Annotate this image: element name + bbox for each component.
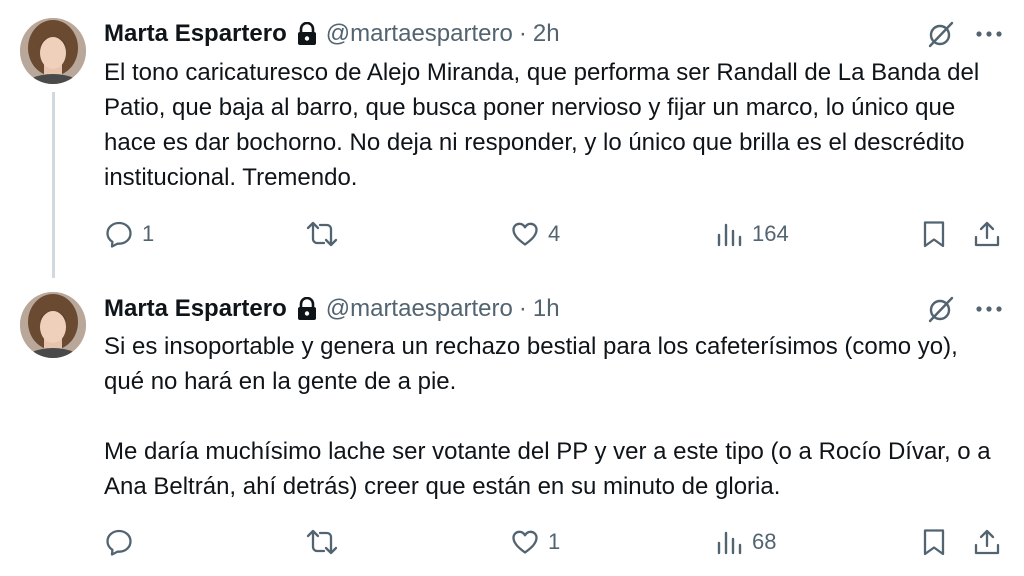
tweet-text: El tono caricaturesco de Alejo Miranda, … [104, 55, 1004, 195]
avatar[interactable] [20, 292, 86, 358]
reply-count: 1 [142, 221, 155, 246]
reply-icon [106, 529, 132, 556]
lock-icon [297, 22, 317, 46]
repost-button[interactable] [305, 214, 347, 254]
bookmark-button[interactable] [921, 522, 947, 562]
author-handle[interactable]: @martaespartero [326, 20, 513, 48]
lock-icon [297, 297, 317, 321]
like-button[interactable]: 1 [510, 522, 560, 562]
tweet-paragraph: Me daría muchísimo lache ser votante del… [104, 438, 991, 500]
grok-analyze-icon[interactable] [926, 294, 956, 324]
views-count: 68 [752, 529, 777, 554]
bookmark-button[interactable] [921, 214, 947, 254]
tweet[interactable]: Marta Espartero @martaespartero · 1h Si … [0, 272, 1024, 576]
tweet-header: Marta Espartero @martaespartero · 1h [104, 292, 560, 326]
heart-icon [512, 530, 538, 554]
tweet-top-actions [926, 17, 1002, 51]
views-button[interactable]: 164 [716, 214, 789, 254]
heart-icon [512, 222, 538, 246]
more-options-icon[interactable] [976, 306, 1002, 312]
tweet-paragraph: El tono caricaturesco de Alejo Miranda, … [104, 59, 980, 191]
grok-analyze-icon[interactable] [926, 19, 956, 49]
timestamp[interactable]: 1h [533, 295, 560, 323]
repost-button[interactable] [305, 522, 347, 562]
share-icon [974, 221, 1000, 247]
like-button[interactable]: 4 [510, 214, 560, 254]
like-count: 4 [548, 221, 561, 246]
more-options-icon[interactable] [976, 31, 1002, 37]
tweet-top-actions [926, 292, 1002, 326]
tweet[interactable]: Marta Espartero @martaespartero · 2h El … [0, 0, 1024, 272]
repost-icon [306, 529, 338, 555]
author-handle[interactable]: @martaespartero [326, 295, 513, 323]
tweet-header: Marta Espartero @martaespartero · 2h [104, 17, 560, 51]
timestamp[interactable]: 2h [533, 20, 560, 48]
author-display-name[interactable]: Marta Espartero [104, 20, 287, 48]
share-button[interactable] [972, 214, 1002, 254]
tweet-paragraph: Si es insoportable y genera un rechazo b… [104, 333, 958, 395]
bookmark-icon [923, 529, 945, 556]
tweet-action-bar: 1 68 [0, 522, 1024, 562]
bookmark-icon [923, 221, 945, 248]
share-button[interactable] [972, 522, 1002, 562]
reply-button[interactable] [104, 522, 142, 562]
views-chart-icon [717, 223, 742, 247]
views-count: 164 [752, 221, 789, 246]
tweet-text: Si es insoportable y genera un rechazo b… [104, 329, 1004, 504]
views-button[interactable]: 68 [716, 522, 776, 562]
avatar[interactable] [20, 18, 86, 84]
repost-icon [306, 221, 338, 247]
reply-button[interactable]: 1 [104, 214, 154, 254]
separator-dot: · [518, 20, 527, 47]
author-display-name[interactable]: Marta Espartero [104, 295, 287, 323]
tweet-thread: Marta Espartero @martaespartero · 2h El … [0, 0, 1024, 576]
reply-icon [106, 221, 132, 248]
like-count: 1 [548, 529, 561, 554]
tweet-action-bar: 1 4 164 [0, 214, 1024, 254]
separator-dot: · [518, 295, 527, 322]
share-icon [974, 529, 1000, 555]
views-chart-icon [717, 531, 742, 555]
